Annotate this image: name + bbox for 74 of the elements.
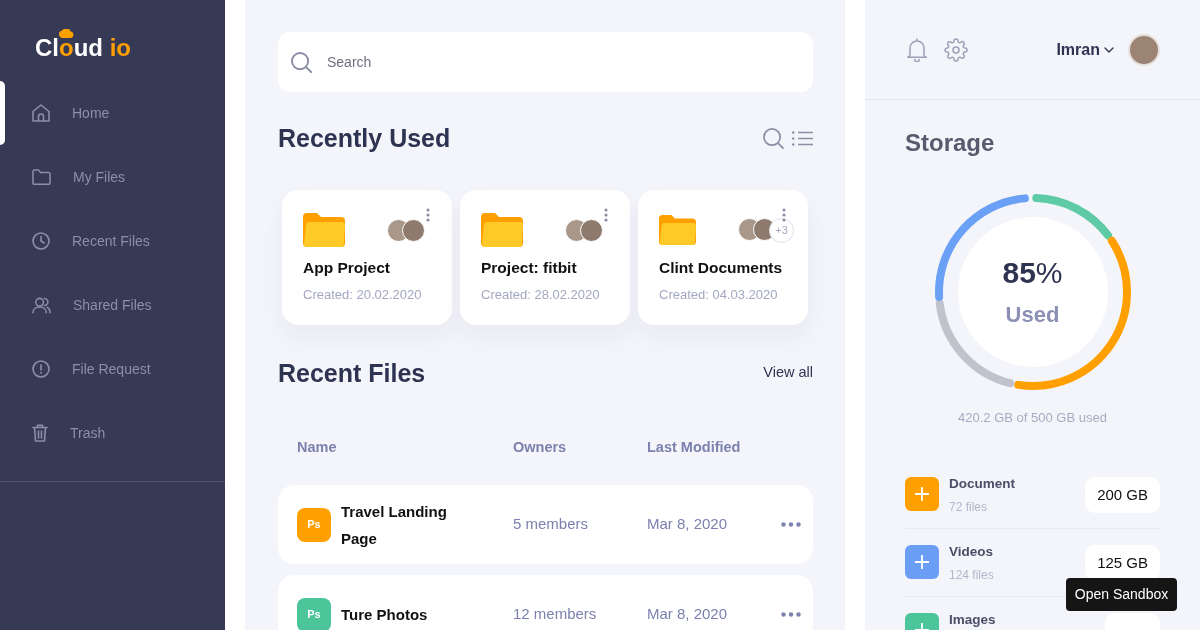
file-row[interactable]: Ps Ture Photos 12 members Mar 8, 2020 (278, 575, 813, 630)
date-cell-text: Mar 8, 2020 (647, 604, 729, 625)
sidebar-item[interactable]: Home (0, 81, 225, 145)
folder-name: Project: fitbit (481, 258, 578, 278)
more-icon[interactable] (782, 208, 786, 222)
column-header: Owners (513, 438, 568, 456)
logo-text: Cloud io (35, 35, 132, 61)
bell-icon[interactable] (906, 37, 928, 62)
more-icon[interactable] (781, 612, 801, 617)
section-title: Recently Used (278, 123, 451, 154)
trash-icon (32, 424, 48, 442)
sidebar-item[interactable]: Shared Files (0, 273, 225, 337)
member-count: +3 (769, 217, 794, 243)
date-cell-text: Mar 8, 2020 (647, 514, 729, 535)
avatar (1128, 33, 1160, 66)
folder-icon (303, 213, 345, 247)
column-header: Last Modified (647, 438, 742, 456)
file-count: 124 files (949, 567, 994, 584)
owners-cell-text: 12 members (513, 604, 598, 625)
file-name: Ture Photos (341, 605, 428, 625)
usage-percent: 85% (1002, 255, 1063, 291)
folder-icon (659, 213, 696, 247)
size-label: 200 GB (1085, 477, 1160, 513)
chevron-down-icon (1104, 46, 1114, 53)
file-name: Travel Landing Page (341, 501, 448, 549)
more-icon[interactable] (604, 208, 608, 222)
avatar (580, 218, 603, 242)
search-button[interactable] (763, 126, 784, 150)
folder-card[interactable]: +3 Clint Documents Created: 04.03.2020 (638, 190, 808, 325)
plus-icon[interactable] (905, 477, 939, 511)
section-title: Recent Files (278, 358, 426, 389)
section-title: Storage (905, 129, 996, 157)
usage-caption: Used (1005, 301, 1060, 329)
created-date: Created: 28.02.2020 (481, 286, 601, 304)
folder-card[interactable]: App Project Created: 20.02.2020 (282, 190, 452, 325)
home-icon (32, 104, 50, 122)
column-header: Name (297, 438, 338, 456)
cloud-icon (59, 29, 74, 38)
alert-icon (32, 360, 50, 378)
file-count: 72 files (949, 499, 989, 516)
more-icon[interactable] (426, 208, 430, 222)
file-type-label: Ps (297, 507, 331, 542)
owners-cell-text: 5 members (513, 514, 590, 535)
file-row[interactable]: Ps Travel Landing Page 5 members Mar 8, 2020 (278, 485, 813, 564)
users-icon (32, 296, 51, 314)
category-name: Videos (949, 543, 994, 561)
created-date: Created: 20.02.2020 (303, 286, 423, 304)
clock-icon (32, 232, 50, 250)
created-date: Created: 04.03.2020 (659, 286, 779, 304)
category-name: Images (949, 611, 996, 629)
size-label: 125 GB (1085, 545, 1160, 581)
view-all-link[interactable]: View all (763, 362, 813, 384)
storage-summary: 420.2 GB of 500 GB used (957, 409, 1108, 427)
open-sandbox-button[interactable]: Open Sandbox (1066, 578, 1177, 611)
sidebar-item[interactable]: File Request (0, 337, 225, 401)
folder-icon (481, 213, 523, 247)
search-field[interactable]: Search (278, 32, 813, 92)
search-icon (291, 52, 312, 73)
folder-name: App Project (303, 258, 391, 278)
folder-icon (32, 169, 51, 185)
user-menu[interactable]: Imran (1056, 37, 1114, 62)
file-type-label: Ps (297, 597, 331, 630)
more-icon[interactable] (781, 522, 801, 527)
folder-name: Clint Documents (659, 258, 784, 278)
list-icon (792, 131, 813, 147)
plus-icon[interactable] (905, 545, 939, 579)
avatar (402, 218, 425, 242)
sidebar-item[interactable]: Trash (0, 401, 225, 465)
folder-card[interactable]: Project: fitbit Created: 28.02.2020 (460, 190, 630, 325)
sidebar-item[interactable]: Recent Files (0, 209, 225, 273)
search-icon (763, 128, 784, 150)
sidebar-item[interactable]: My Files (0, 145, 225, 209)
category-name: Document (949, 475, 1015, 493)
settings-icon[interactable] (944, 37, 968, 62)
